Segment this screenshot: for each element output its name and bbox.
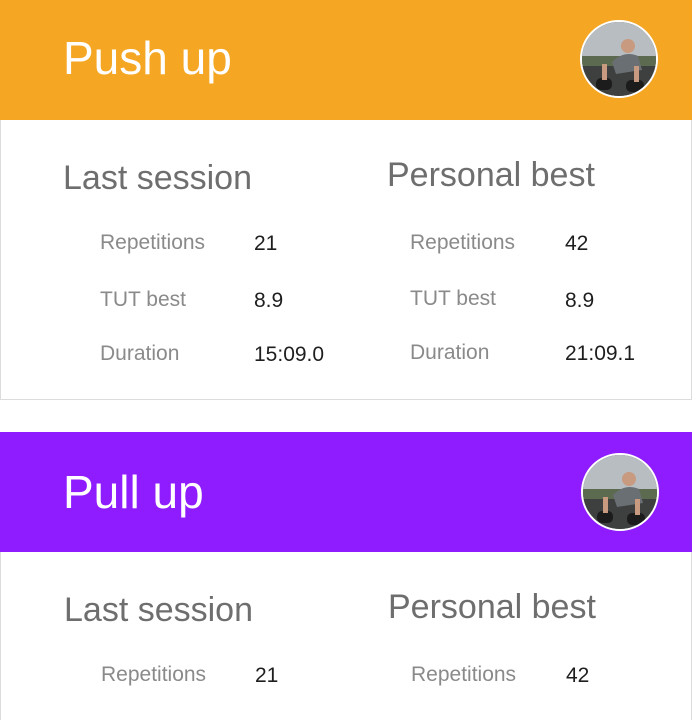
stat-value: 42 xyxy=(565,232,589,255)
stat-value: 21 xyxy=(254,232,278,255)
personal-best-heading: Personal best xyxy=(387,156,595,194)
last-session-heading: Last session xyxy=(64,591,253,629)
exercise-card-pull-up[interactable]: Pull up Last session Personal best Repet… xyxy=(0,432,692,720)
stat-value: 21:09.1 xyxy=(565,342,636,365)
stat-label: Repetitions xyxy=(411,663,517,686)
stat-label: Duration xyxy=(100,342,180,365)
last-session-heading: Last session xyxy=(63,159,252,197)
card-body: Last session Personal best Repetitions 2… xyxy=(0,552,692,720)
stat-label: Duration xyxy=(410,341,490,364)
athlete-photo-icon xyxy=(580,20,658,98)
stat-label: TUT best xyxy=(100,288,186,311)
stat-value: 42 xyxy=(566,664,590,687)
stat-label: TUT best xyxy=(410,287,496,310)
stat-label: Repetitions xyxy=(100,231,206,254)
stat-value: 8.9 xyxy=(254,289,284,312)
exercise-card-push-up[interactable]: Push up Last session Personal best Repet… xyxy=(0,0,692,400)
stat-value: 15:09.0 xyxy=(254,343,325,366)
card-header[interactable]: Pull up xyxy=(0,432,692,552)
card-header[interactable]: Push up xyxy=(0,0,692,120)
personal-best-heading: Personal best xyxy=(388,588,596,626)
exercise-title: Push up xyxy=(63,32,232,84)
stat-value: 21 xyxy=(255,664,279,687)
stat-label: Repetitions xyxy=(101,663,207,686)
athlete-photo-icon xyxy=(581,453,659,531)
stat-label: Repetitions xyxy=(410,231,516,254)
card-body: Last session Personal best Repetitions 2… xyxy=(0,120,692,400)
stat-value: 8.9 xyxy=(565,289,595,312)
exercise-title: Pull up xyxy=(63,466,204,518)
